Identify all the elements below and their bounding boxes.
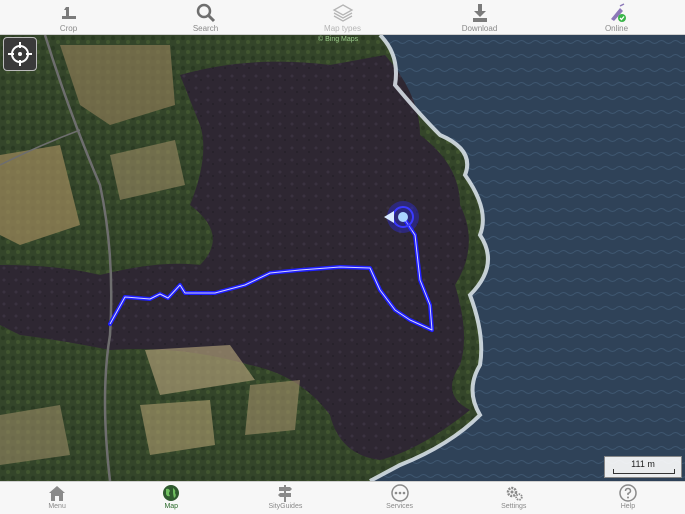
- search-icon: [196, 3, 215, 23]
- tab-settings[interactable]: Settings: [457, 482, 571, 514]
- tab-sityguides-label: SityGuides: [268, 503, 303, 510]
- tab-help[interactable]: Help: [571, 482, 685, 514]
- scale-bar: 111 m: [604, 456, 682, 478]
- tab-settings-label: Settings: [501, 503, 527, 510]
- scale-ruler: [613, 469, 675, 474]
- map-attribution: © Bing Maps: [318, 36, 359, 43]
- tab-services-label: Services: [386, 503, 414, 510]
- signpost-icon: [278, 485, 293, 502]
- top-toolbar: Crop Search Map types Download Online: [0, 0, 685, 35]
- online-label: Online: [604, 24, 629, 33]
- help-icon: [619, 484, 637, 502]
- tab-services[interactable]: Services: [343, 482, 457, 514]
- online-button[interactable]: Online: [548, 0, 685, 34]
- online-icon: [610, 3, 626, 22]
- download-button[interactable]: Download: [411, 0, 548, 34]
- download-label: Download: [461, 24, 498, 33]
- tab-menu[interactable]: Menu: [0, 482, 114, 514]
- tab-map-label: Map: [164, 503, 179, 510]
- tab-sityguides[interactable]: SityGuides: [228, 482, 342, 514]
- layers-icon: [332, 4, 353, 22]
- map-types-label: Map types: [324, 24, 361, 33]
- globe-icon: [163, 485, 180, 501]
- search-button[interactable]: Search: [137, 0, 274, 34]
- tab-map[interactable]: Map: [114, 482, 228, 514]
- locate-me-button[interactable]: [3, 37, 37, 71]
- crop-icon: [61, 7, 76, 19]
- home-icon: [49, 486, 66, 501]
- search-label: Search: [192, 24, 219, 33]
- map-types-button[interactable]: Map types: [274, 0, 411, 34]
- scale-label: 111 m: [631, 459, 655, 469]
- gear-icon: [506, 486, 523, 501]
- map-imagery: [0, 35, 685, 481]
- crosshair-icon: [8, 42, 32, 66]
- satellite-map[interactable]: [0, 35, 685, 481]
- crop-button[interactable]: Crop: [0, 0, 137, 34]
- tab-help-label: Help: [620, 503, 636, 510]
- download-icon: [472, 4, 487, 22]
- bottom-tab-bar: Menu Map SityGuides Services Settings He…: [0, 481, 685, 514]
- crop-label: Crop: [59, 24, 78, 33]
- more-icon: [390, 484, 409, 502]
- tab-menu-label: Menu: [48, 503, 66, 510]
